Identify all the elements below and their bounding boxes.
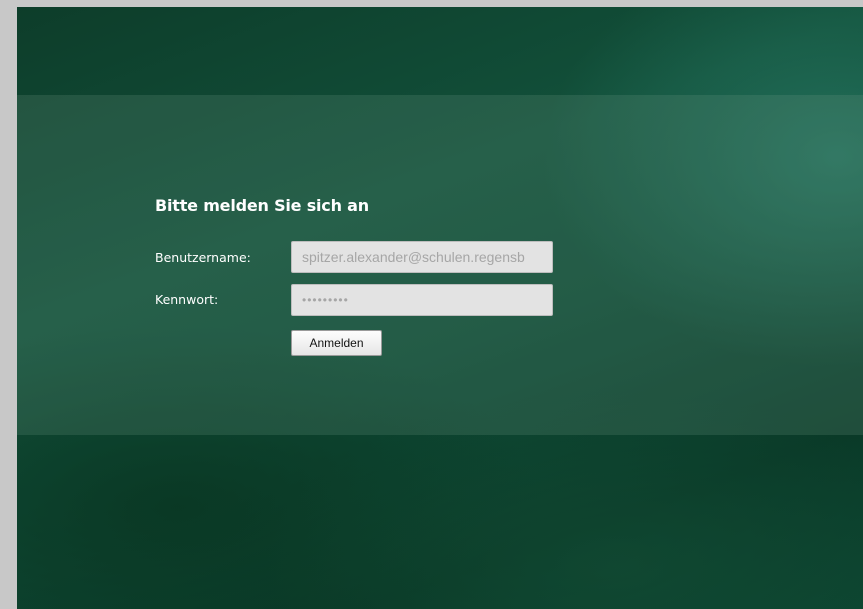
password-input[interactable] bbox=[291, 284, 553, 316]
login-title: Bitte melden Sie sich an bbox=[155, 196, 369, 215]
username-input[interactable] bbox=[291, 241, 553, 273]
password-label: Kennwort: bbox=[155, 292, 219, 307]
username-label: Benutzername: bbox=[155, 250, 251, 265]
login-page: Bitte melden Sie sich an Benutzername: K… bbox=[17, 7, 863, 609]
login-button[interactable]: Anmelden bbox=[291, 330, 382, 356]
